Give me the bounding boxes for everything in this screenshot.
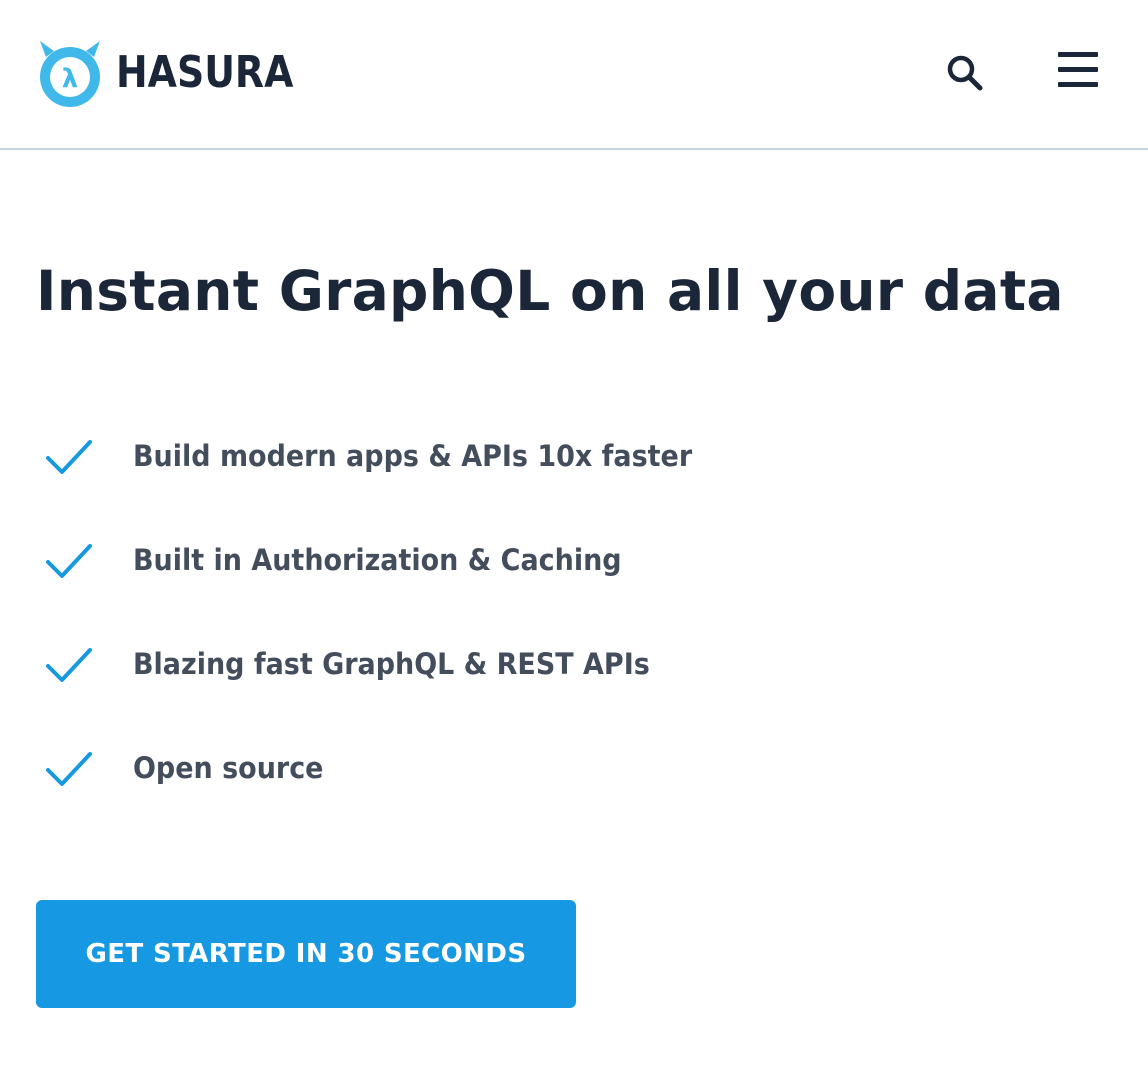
hero-headline: Instant GraphQL on all your data (36, 259, 1064, 323)
get-started-button[interactable]: GET STARTED IN 30 SECONDS (36, 900, 576, 1008)
checkmark-icon (46, 440, 92, 474)
menu-bar-top (1058, 52, 1098, 57)
search-button[interactable] (940, 50, 990, 96)
menu-bar-bottom (1058, 82, 1098, 87)
feature-text: Build modern apps & APIs 10x faster (133, 439, 693, 473)
hasura-logo-link[interactable]: λ HASURA (36, 37, 322, 109)
feature-item: Build modern apps & APIs 10x faster (44, 434, 844, 484)
feature-text: Open source (133, 751, 324, 785)
site-header: λ HASURA (0, 0, 1148, 150)
checkmark-icon (46, 752, 92, 786)
checkmark-icon (46, 544, 92, 578)
feature-item: Blazing fast GraphQL & REST APIs (44, 642, 844, 692)
brand-name: HASURA (116, 47, 294, 98)
hamburger-menu-button[interactable] (1054, 50, 1102, 90)
feature-text: Blazing fast GraphQL & REST APIs (133, 647, 650, 681)
hasura-lambda-logo-icon: λ (40, 41, 100, 107)
feature-text: Built in Authorization & Caching (133, 543, 622, 577)
feature-item: Built in Authorization & Caching (44, 538, 844, 588)
checkmark-icon (46, 648, 92, 682)
menu-bar-middle (1058, 67, 1098, 72)
feature-item: Open source (44, 746, 844, 796)
search-icon (947, 55, 983, 91)
svg-text:λ: λ (62, 64, 78, 94)
